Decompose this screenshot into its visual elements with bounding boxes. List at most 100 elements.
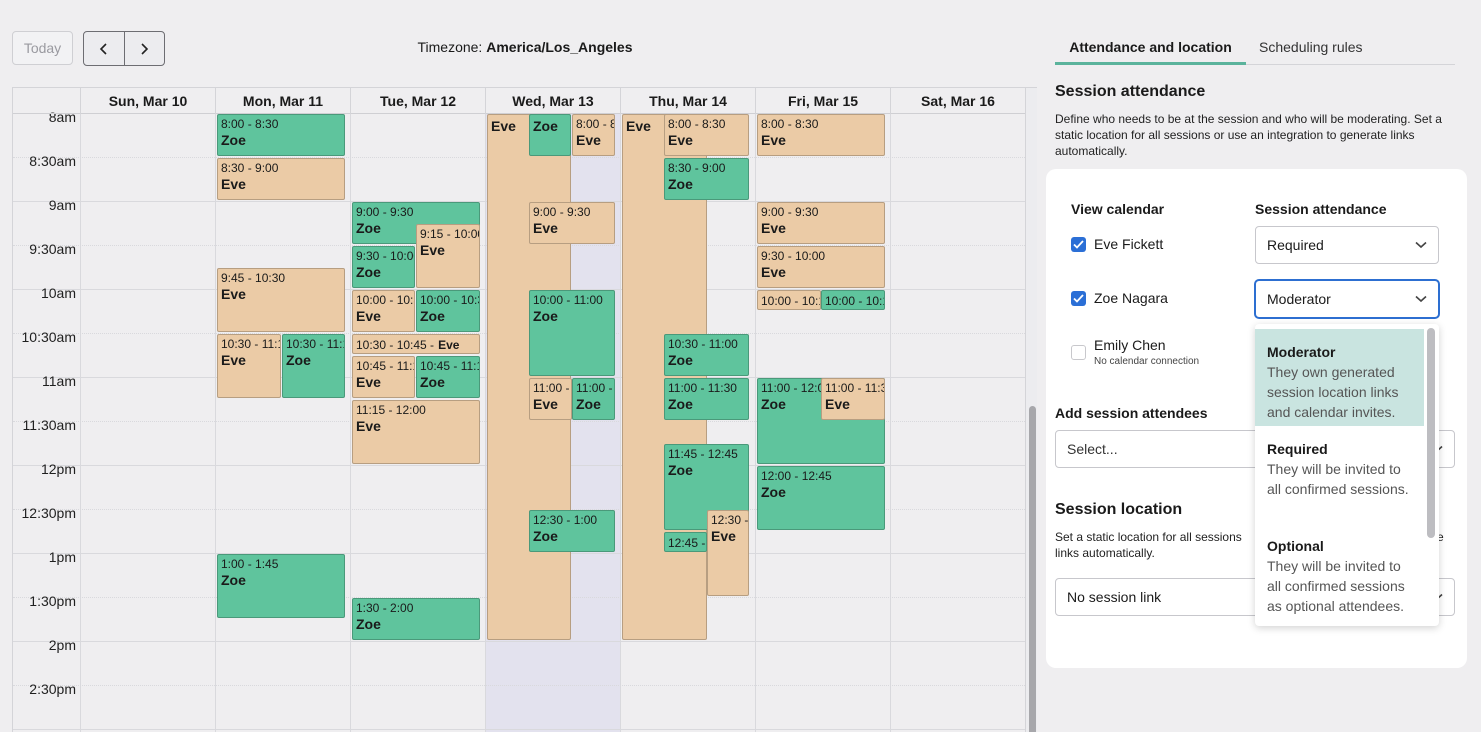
calendar-event-eve[interactable]: 11:15 - 12:00 Eve <box>352 400 480 464</box>
event-time: 12:45 - 1:00 <box>668 535 706 550</box>
calendar-event-zoe[interactable]: 11:00 - 11:30Zoe <box>664 378 749 420</box>
menu-option-required[interactable]: Required They will be invited to all con… <box>1255 426 1424 523</box>
calendar-event-eve[interactable]: 10:30 - 11:15Eve <box>217 334 281 398</box>
time-label: 12pm <box>40 461 76 477</box>
event-time: 9:45 - 10:30 <box>221 271 286 285</box>
calendar-scrollbar[interactable] <box>1025 88 1037 732</box>
calendar-header: Sun, Mar 10 Mon, Mar 11 Tue, Mar 12 Wed, Ma… <box>13 88 1025 114</box>
day-header: Thu, Mar 14 <box>620 88 755 114</box>
event-time: 10:45 - 11:15 <box>356 359 414 373</box>
calendar-event-eve[interactable]: 8:00 - 8:30Eve <box>664 114 749 156</box>
event-attendee: Eve <box>533 396 558 413</box>
calendar-event-zoe[interactable]: 12:45 - 1:00 <box>664 532 707 552</box>
calendar-event-eve[interactable]: 10:45 - 11:15Eve <box>352 356 415 398</box>
panel-tabs: Attendance and location Scheduling rules <box>1055 35 1455 65</box>
attendee-zoe-nagara: Zoe Nagara <box>1071 290 1168 306</box>
menu-option-moderator[interactable]: Moderator They own generated session loc… <box>1255 329 1424 426</box>
event-time: 10:00 - 10:15 <box>761 293 820 308</box>
calendar-event-eve[interactable]: 8:30 - 9:00 Eve <box>217 158 345 200</box>
event-attendee: Zoe <box>420 374 445 391</box>
calendar-event-eve[interactable]: 10:00 - 10:30Eve <box>352 290 415 332</box>
select-value: No session link <box>1067 589 1162 605</box>
calendar-event-zoe[interactable]: 9:30 - 10:00 Zoe <box>352 246 415 288</box>
tab-scheduling-rules[interactable]: Scheduling rules <box>1259 35 1363 65</box>
time-label: 11:30am <box>22 417 76 433</box>
calendar-event-zoe[interactable]: 10:30 - 11:15Zoe <box>282 334 345 398</box>
calendar-event-eve[interactable]: 9:00 - 9:30 Eve <box>529 202 615 244</box>
event-attendee: Eve <box>761 132 786 149</box>
calendar-event-zoe[interactable]: 11:00 - 11:30Zoe <box>572 378 615 420</box>
time-label: 8:30am <box>29 153 76 169</box>
event-time: 8:30 - 9:00 <box>668 161 726 175</box>
calendar-event-zoe[interactable]: 12:00 - 12:45 Zoe <box>757 466 885 530</box>
today-button[interactable]: Today <box>12 31 73 65</box>
event-attendee: Zoe <box>668 352 693 369</box>
calendar-event-eve[interactable]: 11:00 - 11:30Eve <box>821 378 885 420</box>
calendar-event-eve[interactable]: 9:45 - 10:30 Eve <box>217 268 345 332</box>
zoe-attendance-select[interactable]: Moderator <box>1255 280 1439 318</box>
event-time: 10:30 - 11:15 <box>286 337 344 351</box>
eve-calendar-checkbox[interactable] <box>1071 236 1086 252</box>
attendee-sub: No calendar connection <box>1094 356 1200 367</box>
calendar-event-eve[interactable]: 8:00 - 8:30Eve <box>757 114 885 156</box>
calendar-event-eve[interactable]: 11:00 - 11:30Eve <box>529 378 572 420</box>
event-time: 10:00 - 10:30 <box>356 293 414 307</box>
event-attendee: Zoe <box>668 396 693 413</box>
event-time: 11:00 - 11:30 <box>825 381 884 395</box>
event-time: 9:00 - 9:30 <box>533 205 591 219</box>
next-week-button[interactable] <box>123 32 165 65</box>
event-time: 8:30 - 9:00 <box>221 161 279 175</box>
event-time: 1:00 - 1:45 <box>221 557 279 571</box>
timezone-display: Timezone: America/Los_Angeles <box>300 39 750 55</box>
calendar-event-zoe[interactable]: 10:45 - 11:15Zoe <box>416 356 480 398</box>
day-column-divider <box>80 114 81 732</box>
calendar-event-zoe[interactable]: 10:00 - 11:00 Zoe <box>529 290 615 376</box>
calendar-event-zoe[interactable]: 8:30 - 9:00 Zoe <box>664 158 749 200</box>
calendar-event-zoe[interactable]: 10:30 - 11:00 Zoe <box>664 334 749 376</box>
calendar-event-eve[interactable]: 9:00 - 9:30 Eve <box>757 202 885 244</box>
calendar-event-eve[interactable]: 9:30 - 10:00 Eve <box>757 246 885 288</box>
calendar-event-zoe[interactable]: 1:00 - 1:45 Zoe <box>217 554 345 618</box>
add-attendees-label: Add session attendees <box>1055 405 1208 421</box>
event-time: 12:00 - 12:45 <box>761 469 832 483</box>
menu-scrollbar[interactable] <box>1427 328 1435 538</box>
calendar-event-zoe[interactable]: 12:30 - 1:00 Zoe <box>529 510 615 552</box>
zoe-calendar-checkbox[interactable] <box>1071 290 1086 306</box>
attendee-info: Emily Chen No calendar connection <box>1094 337 1199 367</box>
calendar-event-eve[interactable]: 10:30 - 10:45 - Eve <box>352 334 480 354</box>
event-attendee: Zoe <box>356 616 381 633</box>
eve-attendance-select[interactable]: Required <box>1255 226 1439 264</box>
event-attendee: Zoe <box>221 132 246 149</box>
calendar-event-zoe[interactable]: 8:00 - 8:30 Zoe <box>217 114 345 156</box>
calendar-event-eve[interactable]: 10:00 - 10:15 <box>757 290 821 310</box>
calendar-event-eve[interactable]: 9:15 - 10:00 Eve <box>416 224 480 288</box>
event-attendee: Zoe <box>668 462 693 479</box>
menu-option-optional[interactable]: Optional They will be invited to all con… <box>1255 523 1424 626</box>
calendar-event-eve[interactable]: Eve <box>487 114 571 640</box>
event-attendee: Eve <box>761 220 786 237</box>
calendar-event-zoe[interactable]: 10:00 - 10:15 <box>821 290 885 310</box>
time-gridline <box>13 729 1025 730</box>
time-label: 9am <box>48 197 76 213</box>
event-attendee: Eve <box>356 374 381 391</box>
event-time: 11:45 - 12:45 <box>668 447 738 461</box>
day-header: Fri, Mar 15 <box>755 88 890 114</box>
calendar-event-zoe[interactable]: Zoe <box>529 114 571 156</box>
prev-week-button[interactable] <box>84 32 124 65</box>
time-label: 1:30pm <box>29 593 76 609</box>
calendar-event-zoe[interactable]: 10:00 - 10:30Zoe <box>416 290 480 332</box>
event-attendee: Eve <box>356 308 381 325</box>
emily-calendar-checkbox[interactable] <box>1071 345 1086 360</box>
select-value: Moderator <box>1267 291 1331 307</box>
attendee-name: Zoe Nagara <box>1094 290 1168 306</box>
event-time: 8:00 - 8:30 <box>221 117 279 131</box>
calendar-event-zoe[interactable]: 1:30 - 2:00 Zoe <box>352 598 480 640</box>
tab-attendance-location[interactable]: Attendance and location <box>1055 35 1246 65</box>
calendar-event-eve[interactable]: 8:00 - 8:30Eve <box>572 114 615 156</box>
event-attendee: Zoe <box>533 118 558 134</box>
calendar-event-eve[interactable]: 12:30 - 1:30Eve <box>707 510 749 596</box>
event-attendee: Zoe <box>356 264 381 281</box>
event-attendee: Zoe <box>286 352 311 369</box>
event-time: 10:30 - 11:00 <box>668 337 738 351</box>
calendar-scroll-thumb[interactable] <box>1029 406 1036 732</box>
